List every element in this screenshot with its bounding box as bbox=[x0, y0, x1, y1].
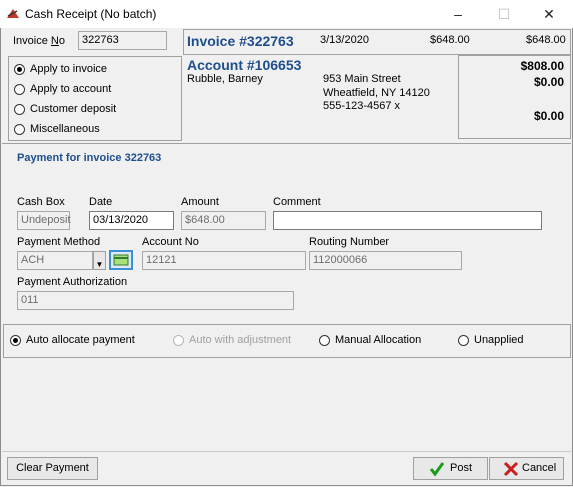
amount-value: $648.00 bbox=[185, 214, 225, 226]
auto-allocate-label: Auto allocate payment bbox=[26, 334, 135, 346]
miscellaneous-radio[interactable] bbox=[14, 124, 25, 135]
cash-box-field[interactable]: Undeposit bbox=[17, 211, 71, 230]
payment-authorization-value: 011 bbox=[21, 294, 39, 306]
date-value: 03/13/2020 bbox=[93, 214, 149, 226]
post-label: Post bbox=[450, 462, 473, 474]
account-title: Account #106653 bbox=[187, 57, 302, 73]
payment-method-label: Payment Method bbox=[17, 236, 101, 248]
account-phone: 555-123-4567 x bbox=[323, 100, 401, 112]
date-field[interactable]: 03/13/2020 bbox=[89, 211, 174, 230]
amount-field[interactable]: $648.00 bbox=[181, 211, 266, 230]
title-bar[interactable]: Cash Receipt (No batch) – ☐ ✕ bbox=[0, 0, 573, 28]
auto-with-adjustment-radio[interactable] bbox=[173, 335, 184, 346]
post-button[interactable]: Post bbox=[413, 457, 488, 480]
balance-second: $0.00 bbox=[533, 75, 564, 89]
auto-allocate-radio[interactable] bbox=[10, 335, 21, 346]
cancel-button[interactable]: Cancel bbox=[489, 457, 564, 480]
close-button[interactable]: ✕ bbox=[526, 0, 572, 28]
manual-allocation-radio[interactable] bbox=[319, 335, 330, 346]
balance-third: $0.00 bbox=[533, 109, 564, 123]
manual-allocation-label: Manual Allocation bbox=[335, 334, 422, 346]
apply-invoice-label: Apply to invoice bbox=[30, 63, 108, 75]
x-icon bbox=[503, 461, 519, 477]
payment-authorization-label: Payment Authorization bbox=[17, 276, 128, 288]
cash-box-label: Cash Box bbox=[17, 196, 65, 208]
credit-card-icon bbox=[113, 254, 129, 266]
window-title: Cash Receipt (No batch) bbox=[25, 7, 157, 21]
invoice-no-label: Invoice No bbox=[13, 35, 65, 47]
routing-number-field[interactable]: 112000066 bbox=[309, 251, 462, 270]
comment-field[interactable] bbox=[273, 211, 542, 230]
payment-method-dropdown-button[interactable]: ▼ bbox=[93, 251, 106, 270]
miscellaneous-label: Miscellaneous bbox=[30, 123, 100, 135]
account-address-line2: Wheatfield, NY 14120 bbox=[323, 87, 430, 99]
clear-payment-label: Clear Payment bbox=[16, 462, 89, 474]
payment-method-select[interactable]: ACH bbox=[17, 251, 93, 270]
invoice-balance: $648.00 bbox=[526, 34, 566, 46]
amount-label: Amount bbox=[181, 196, 219, 208]
checkmark-icon bbox=[429, 462, 445, 477]
invoice-date: 3/13/2020 bbox=[320, 34, 369, 46]
footer-divider bbox=[2, 451, 571, 452]
invoice-no-value: 322763 bbox=[82, 34, 119, 46]
section-divider bbox=[2, 143, 571, 144]
date-label: Date bbox=[89, 196, 113, 208]
unapplied-label: Unapplied bbox=[474, 334, 524, 346]
invoice-title: Invoice #322763 bbox=[187, 33, 294, 49]
apply-account-radio[interactable] bbox=[14, 84, 25, 95]
invoice-amount: $648.00 bbox=[430, 34, 470, 46]
comment-label: Comment bbox=[273, 196, 321, 208]
minimize-button[interactable]: – bbox=[435, 0, 481, 28]
customer-deposit-radio[interactable] bbox=[14, 104, 25, 115]
clear-payment-button[interactable]: Clear Payment bbox=[7, 457, 98, 480]
invoice-no-field[interactable]: 322763 bbox=[78, 31, 167, 50]
account-no-field[interactable]: 12121 bbox=[142, 251, 306, 270]
account-no-label: Account No bbox=[142, 236, 199, 248]
card-button[interactable] bbox=[109, 250, 133, 270]
unapplied-radio[interactable] bbox=[458, 335, 469, 346]
account-name: Rubble, Barney bbox=[187, 73, 263, 85]
balance-total: $808.00 bbox=[520, 59, 564, 73]
auto-with-adjustment-label: Auto with adjustment bbox=[189, 334, 292, 346]
payment-authorization-field[interactable]: 011 bbox=[17, 291, 294, 310]
account-address-line1: 953 Main Street bbox=[323, 73, 401, 85]
customer-deposit-label: Customer deposit bbox=[30, 103, 117, 115]
cancel-label: Cancel bbox=[522, 462, 557, 474]
chevron-down-icon: ▼ bbox=[95, 260, 104, 269]
apply-account-label: Apply to account bbox=[30, 83, 112, 95]
routing-number-label: Routing Number bbox=[309, 236, 390, 248]
cash-box-value: Undeposit bbox=[21, 214, 71, 226]
app-icon bbox=[7, 9, 19, 18]
account-no-value: 12121 bbox=[146, 254, 177, 266]
payment-method-value: ACH bbox=[21, 254, 45, 266]
apply-invoice-radio[interactable] bbox=[14, 64, 25, 75]
payment-title: Payment for invoice 322763 bbox=[17, 152, 162, 164]
routing-number-value: 112000066 bbox=[313, 254, 368, 266]
maximize-button[interactable]: ☐ bbox=[481, 0, 527, 28]
